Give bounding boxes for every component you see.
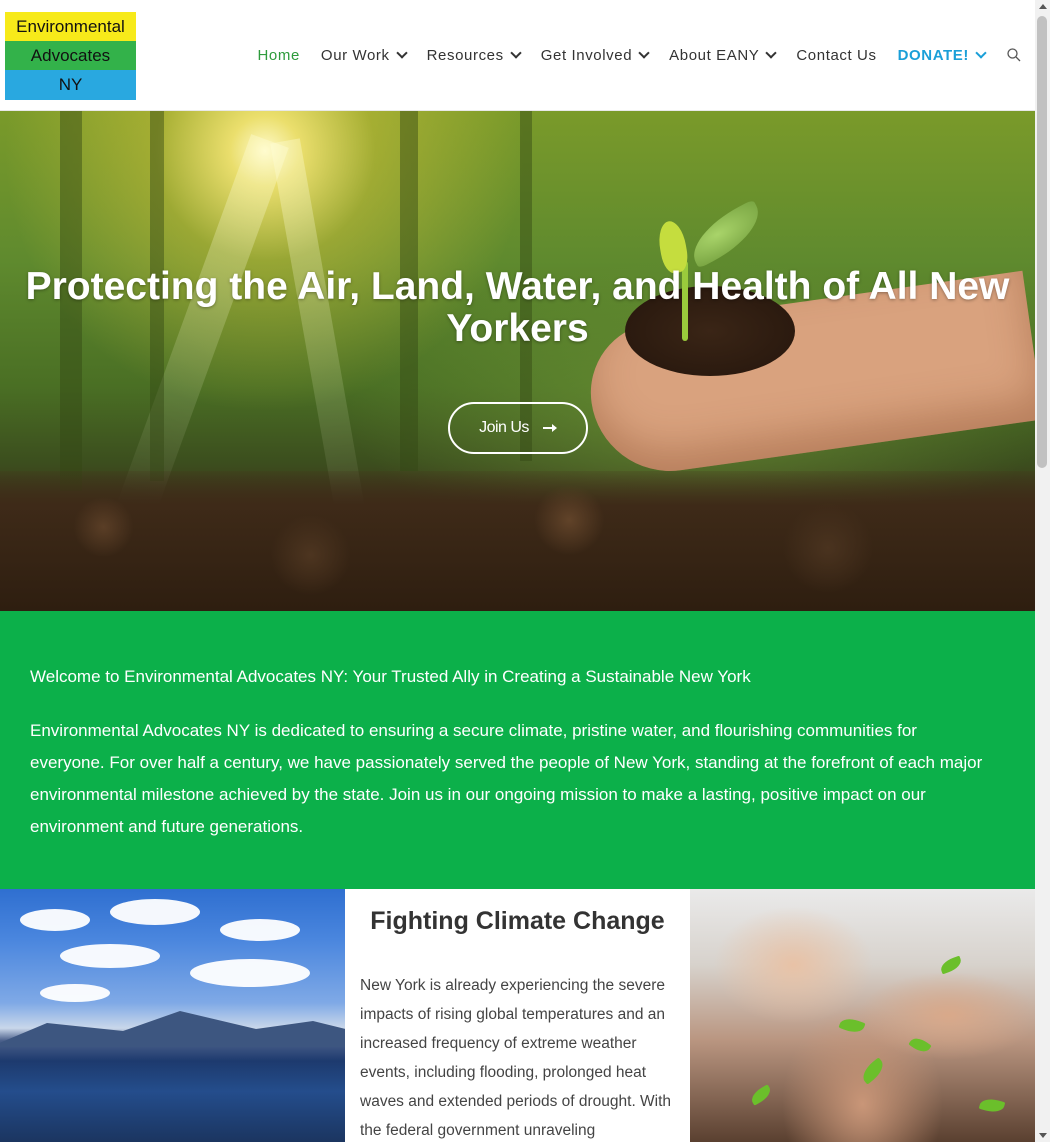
- search-icon[interactable]: [1007, 48, 1021, 62]
- cloud: [110, 899, 200, 925]
- seedling: [938, 955, 964, 975]
- main-nav: Home Our Work Resources Get Involved Abo…: [237, 0, 1022, 110]
- nav-item-our-work[interactable]: Our Work: [320, 46, 408, 64]
- nav-item-get-involved[interactable]: Get Involved: [540, 46, 650, 64]
- arrow-right-icon: [542, 424, 557, 432]
- nav-item-resources[interactable]: Resources: [426, 46, 522, 64]
- seedling: [838, 1015, 866, 1036]
- cloud: [60, 944, 160, 968]
- scroll-thumb[interactable]: [1037, 16, 1047, 468]
- logo-line-3: NY: [5, 70, 136, 100]
- join-us-button[interactable]: Join Us: [448, 402, 588, 454]
- seedling: [908, 1034, 932, 1056]
- hero-title: Protecting the Air, Land, Water, and Hea…: [25, 265, 1010, 350]
- hands-planting-image: [690, 889, 1035, 1142]
- scroll-up-arrow-icon[interactable]: [1039, 4, 1047, 9]
- welcome-body: Environmental Advocates NY is dedicated …: [30, 721, 983, 836]
- chevron-down-icon: [510, 47, 522, 59]
- chevron-down-icon: [395, 47, 408, 59]
- climate-title: Fighting Climate Change: [370, 907, 665, 935]
- cloud: [40, 984, 110, 1002]
- site-header: Environmental Advocates NY Home Our Work…: [0, 0, 1035, 111]
- chevron-down-icon: [765, 47, 778, 59]
- cloud: [190, 959, 310, 987]
- logo-line-1: Environmental: [5, 12, 136, 41]
- nav-item-about-eany[interactable]: About EANY: [669, 46, 778, 64]
- lake-image: [0, 889, 345, 1142]
- sprout-leaf: [682, 199, 770, 269]
- climate-body: New York is already experiencing the sev…: [360, 977, 672, 1139]
- nav-item-contact-us[interactable]: Contact Us: [796, 47, 876, 64]
- chevron-down-icon: [638, 47, 650, 59]
- nav-item-donate[interactable]: DONATE!: [897, 46, 987, 64]
- nav-item-label: Contact Us: [796, 46, 877, 64]
- site-logo[interactable]: Environmental Advocates NY: [5, 12, 136, 100]
- cloud: [220, 919, 300, 941]
- nav-item-label: Our Work: [320, 46, 390, 64]
- join-us-label: Join Us: [479, 419, 529, 436]
- nav-item-label: Get Involved: [540, 46, 633, 64]
- seedling: [978, 1096, 1006, 1115]
- hero-soil: [0, 471, 1035, 611]
- logo-line-2: Advocates: [5, 41, 136, 70]
- welcome-section: Welcome to Environmental Advocates NY: Y…: [0, 611, 1035, 889]
- scroll-down-arrow-icon[interactable]: [1039, 1133, 1047, 1138]
- mountains: [0, 1011, 345, 1047]
- nav-item-label: About EANY: [669, 46, 760, 64]
- chevron-down-icon: [975, 47, 987, 59]
- page-scrollbar[interactable]: [1035, 0, 1050, 1142]
- nav-item-label: Home: [257, 46, 300, 64]
- nav-item-label: Resources: [426, 46, 504, 64]
- nav-item-home[interactable]: Home: [258, 47, 300, 64]
- cloud: [20, 909, 90, 931]
- nav-item-label: DONATE!: [897, 46, 969, 64]
- seedling: [858, 1057, 888, 1085]
- climate-section: Fighting Climate Change New York is alre…: [345, 889, 690, 1142]
- seedling: [748, 1084, 774, 1106]
- hero-banner: Protecting the Air, Land, Water, and Hea…: [0, 111, 1035, 611]
- page: Environmental Advocates NY Home Our Work…: [0, 0, 1035, 1142]
- welcome-heading: Welcome to Environmental Advocates NY: Y…: [30, 667, 751, 686]
